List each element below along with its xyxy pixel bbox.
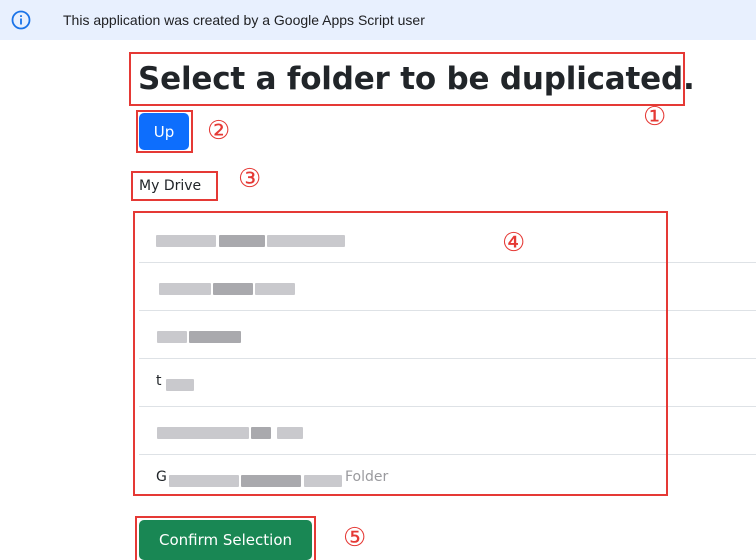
folder-name: G (156, 469, 167, 485)
folder-list-item[interactable]: t (139, 359, 756, 407)
confirm-selection-button[interactable]: Confirm Selection (139, 520, 312, 560)
folder-list: t G Folder (139, 215, 756, 503)
annotation-marker-5: ⑤ (343, 523, 367, 553)
page-title: Select a folder to be duplicated. (138, 61, 695, 97)
current-folder-label: My Drive (139, 178, 202, 194)
folder-name: t (156, 373, 162, 389)
annotation-marker-3: ③ (238, 164, 262, 194)
up-button[interactable]: Up (139, 113, 189, 150)
folder-list-item[interactable] (139, 407, 756, 455)
folder-list-item[interactable] (139, 263, 756, 311)
folder-list-item[interactable]: G Folder (139, 455, 756, 503)
folder-list-item[interactable] (139, 215, 756, 263)
annotation-marker-2: ② (207, 116, 231, 146)
banner-text: This application was created by a Google… (63, 12, 425, 28)
folder-name-tail: Folder (345, 469, 389, 485)
annotation-marker-1: ① (643, 102, 667, 132)
annotation-marker-4: ④ (502, 228, 526, 258)
apps-script-banner: This application was created by a Google… (0, 0, 756, 40)
folder-list-item[interactable] (139, 311, 756, 359)
info-icon (11, 10, 31, 30)
